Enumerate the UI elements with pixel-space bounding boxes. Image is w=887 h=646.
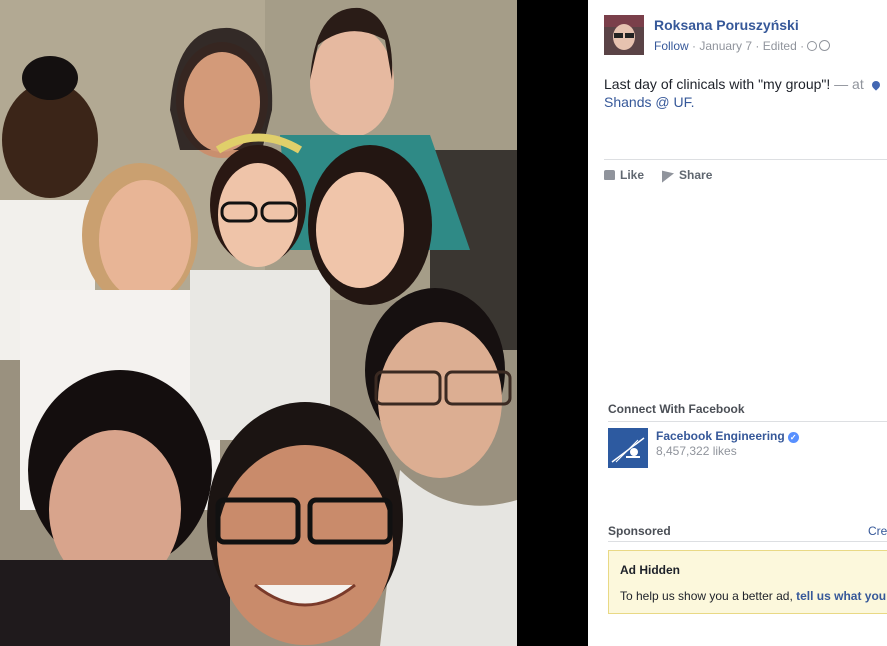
at-prefix: — at bbox=[830, 76, 868, 92]
verified-badge-icon: ✓ bbox=[787, 432, 799, 443]
author-avatar[interactable] bbox=[604, 15, 644, 55]
meta-separator: · bbox=[688, 39, 700, 53]
globe-icon[interactable] bbox=[819, 40, 831, 51]
post-side-panel: Roksana Poruszyński Follow · January 7 ·… bbox=[588, 0, 887, 646]
post-actions: Like Share bbox=[604, 167, 730, 183]
divider bbox=[604, 159, 887, 160]
location-pin-icon bbox=[869, 79, 882, 91]
sponsored-section-title: Sponsored bbox=[608, 524, 671, 538]
share-button[interactable]: Share bbox=[662, 167, 713, 183]
divider bbox=[608, 421, 887, 422]
post-message: Last day of clinicals with "my group"! —… bbox=[604, 75, 887, 111]
ad-feedback-link[interactable]: tell us what you bbox=[796, 589, 886, 603]
like-button[interactable]: Like bbox=[604, 168, 644, 182]
author-name-link[interactable]: Roksana Poruszyński bbox=[654, 17, 799, 33]
share-arrow-icon bbox=[662, 167, 675, 183]
ad-hidden-text: To help us show you a better ad, bbox=[620, 589, 797, 603]
place-link[interactable]: Shands @ UF. bbox=[604, 94, 694, 110]
post-text: Last day of clinicals with "my group"! bbox=[604, 76, 831, 92]
meta-separator: · bbox=[752, 39, 763, 53]
ad-hidden-box: Ad Hidden To help us show you a better a… bbox=[608, 550, 887, 614]
thumbs-up-icon bbox=[604, 170, 615, 180]
follow-link[interactable]: Follow bbox=[654, 39, 689, 53]
group-selfie-image bbox=[0, 0, 517, 646]
create-ad-link[interactable]: Cre bbox=[868, 524, 887, 538]
clock-icon bbox=[807, 41, 818, 51]
post-date-link[interactable]: January 7 bbox=[699, 39, 752, 53]
post-photo[interactable] bbox=[0, 0, 517, 646]
edited-label[interactable]: Edited bbox=[763, 39, 797, 53]
page-name-link[interactable]: Facebook Engineering ✓ bbox=[656, 429, 799, 443]
ad-hidden-title: Ad Hidden bbox=[620, 563, 680, 577]
post-meta: Follow · January 7 · Edited · bbox=[654, 39, 831, 53]
ad-hidden-message: To help us show you a better ad, tell us… bbox=[620, 589, 886, 603]
connect-section-title: Connect With Facebook bbox=[608, 402, 745, 416]
avatar-image bbox=[604, 15, 644, 55]
photo-backdrop bbox=[517, 0, 588, 646]
page-thumbnail[interactable] bbox=[608, 428, 648, 468]
page-name: Facebook Engineering bbox=[656, 429, 785, 443]
like-label: Like bbox=[620, 168, 645, 182]
divider bbox=[608, 541, 887, 542]
page-thumbnail-image bbox=[608, 428, 648, 468]
page-likes-count: 8,457,322 likes bbox=[656, 444, 737, 458]
meta-separator: · bbox=[796, 39, 808, 53]
share-label: Share bbox=[679, 168, 713, 182]
